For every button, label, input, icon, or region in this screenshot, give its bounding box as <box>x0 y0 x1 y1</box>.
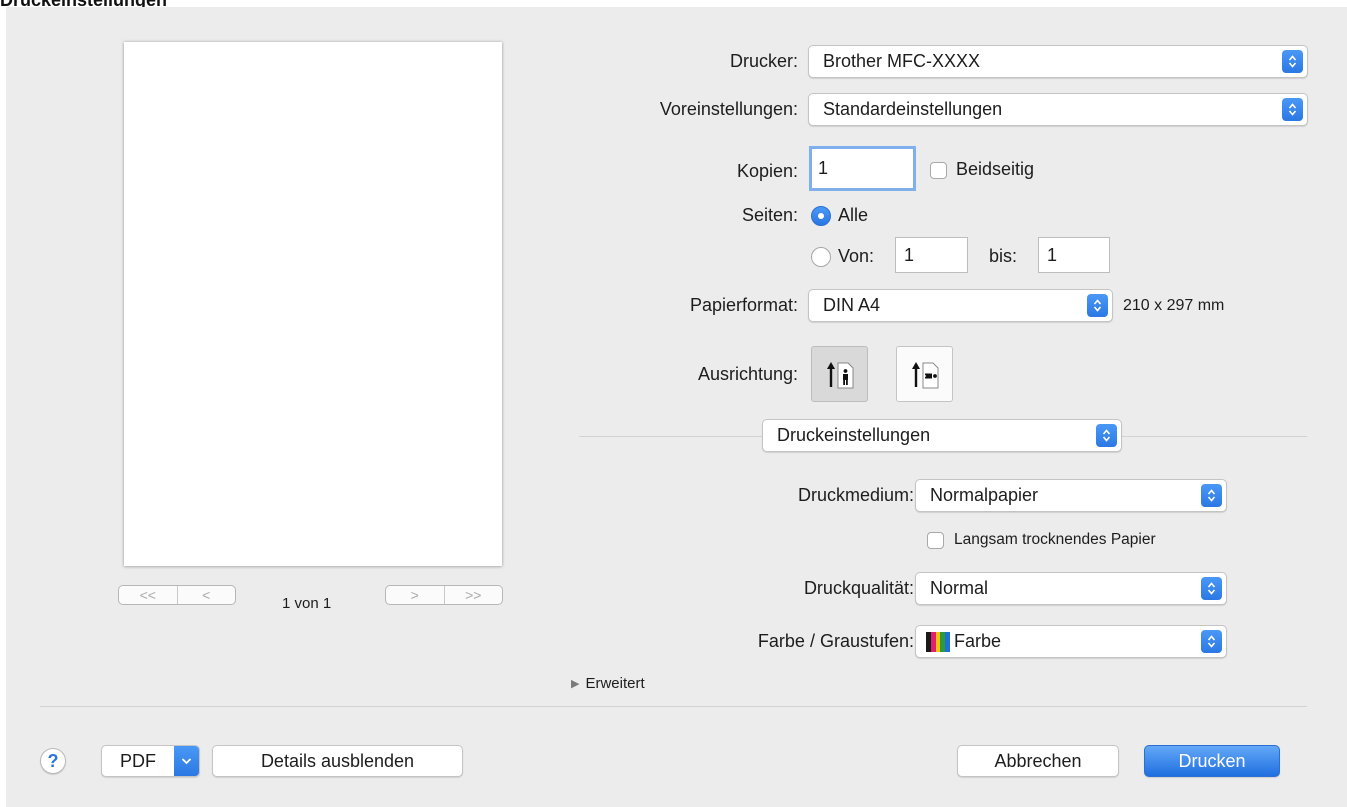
print-dialog: << < 1 von 1 > >> Drucker: Brother MFC-X… <box>6 7 1347 807</box>
orientation-label: Ausrichtung: <box>697 364 798 384</box>
popup-stepper-icon <box>1282 98 1303 121</box>
media-type-label: Druckmedium: <box>797 485 914 505</box>
slow-dry-checkbox[interactable] <box>927 532 944 549</box>
footer-divider <box>40 706 1307 707</box>
print-preview-page <box>124 42 502 566</box>
first-page-button[interactable]: << <box>119 586 177 604</box>
print-quality-popup[interactable]: Normal <box>915 572 1227 605</box>
pages-all-radio[interactable] <box>811 206 831 226</box>
pdf-label: PDF <box>120 750 156 771</box>
popup-stepper-icon <box>1201 577 1222 600</box>
hide-details-button[interactable]: Details ausblenden <box>212 745 463 777</box>
presets-popup[interactable]: Standardeinstellungen <box>808 93 1308 126</box>
preview-back-navigation: << < <box>118 585 236 605</box>
landscape-orientation-icon <box>911 362 938 389</box>
pages-from-label: Von: <box>838 246 875 266</box>
cancel-button[interactable]: Abbrechen <box>957 745 1119 777</box>
popup-stepper-icon <box>1096 424 1117 447</box>
copies-label: Kopien: <box>736 161 798 181</box>
print-button[interactable]: Drucken <box>1144 745 1280 777</box>
media-type-value: Normalpapier <box>930 485 1039 505</box>
color-label: Farbe / Graustufen: <box>757 631 914 651</box>
last-page-button[interactable]: >> <box>443 586 503 604</box>
paper-dimensions: 210 x 297 mm <box>1123 297 1225 314</box>
advanced-disclosure[interactable]: ▶ Erweitert <box>571 675 645 692</box>
popup-stepper-icon <box>1201 630 1222 653</box>
pages-to-label: bis: <box>989 246 1018 266</box>
chevron-down-icon <box>174 746 199 776</box>
print-quality-label: Druckqualität: <box>803 578 914 598</box>
pdf-menu-button[interactable]: PDF <box>101 745 200 777</box>
presets-label: Voreinstellungen: <box>659 99 798 119</box>
previous-page-button[interactable]: < <box>176 586 236 604</box>
help-button[interactable]: ? <box>40 748 66 774</box>
color-swatch-icon <box>926 631 950 652</box>
portrait-orientation-icon <box>826 362 853 389</box>
preview-forward-navigation: > >> <box>385 585 503 605</box>
color-value: Farbe <box>954 631 1002 651</box>
two-sided-checkbox[interactable] <box>930 162 947 179</box>
portrait-orientation-button[interactable] <box>811 346 868 402</box>
landscape-orientation-button[interactable] <box>896 346 953 402</box>
paper-size-value: DIN A4 <box>823 295 881 315</box>
next-page-button[interactable]: > <box>386 586 444 604</box>
section-divider-left <box>579 436 762 437</box>
two-sided-label: Beidseitig <box>956 159 1035 179</box>
print-settings-section-popup[interactable]: Druckeinstellungen <box>762 419 1122 452</box>
pages-range-radio[interactable] <box>811 247 831 267</box>
color-popup[interactable]: Farbe <box>915 625 1227 658</box>
advanced-label: Erweitert <box>585 675 645 692</box>
popup-stepper-icon <box>1087 294 1108 317</box>
slow-dry-label: Langsam trocknendes Papier <box>954 531 1156 548</box>
media-type-popup[interactable]: Normalpapier <box>915 479 1227 512</box>
presets-value: Standardeinstellungen <box>823 99 1003 119</box>
printer-popup[interactable]: Brother MFC-XXXX <box>808 45 1308 78</box>
paper-size-label: Papierformat: <box>689 295 798 315</box>
pages-from-input[interactable]: 1 <box>895 237 968 273</box>
disclosure-triangle-icon: ▶ <box>571 678 580 690</box>
popup-stepper-icon <box>1282 50 1303 73</box>
pages-all-label: Alle <box>838 205 869 225</box>
pages-to-input[interactable]: 1 <box>1038 237 1110 273</box>
printer-label: Drucker: <box>729 51 798 71</box>
section-divider-right <box>1122 436 1307 437</box>
page-counter: 1 von 1 <box>282 595 332 612</box>
color-swatch-stripe <box>945 631 950 652</box>
printer-value: Brother MFC-XXXX <box>823 51 981 71</box>
print-quality-value: Normal <box>930 578 989 598</box>
popup-stepper-icon <box>1201 484 1222 507</box>
paper-size-popup[interactable]: DIN A4 <box>808 289 1113 322</box>
copies-input[interactable]: 1 <box>809 146 916 191</box>
section-popup-value: Druckeinstellungen <box>777 425 931 445</box>
pages-label: Seiten: <box>741 205 798 225</box>
